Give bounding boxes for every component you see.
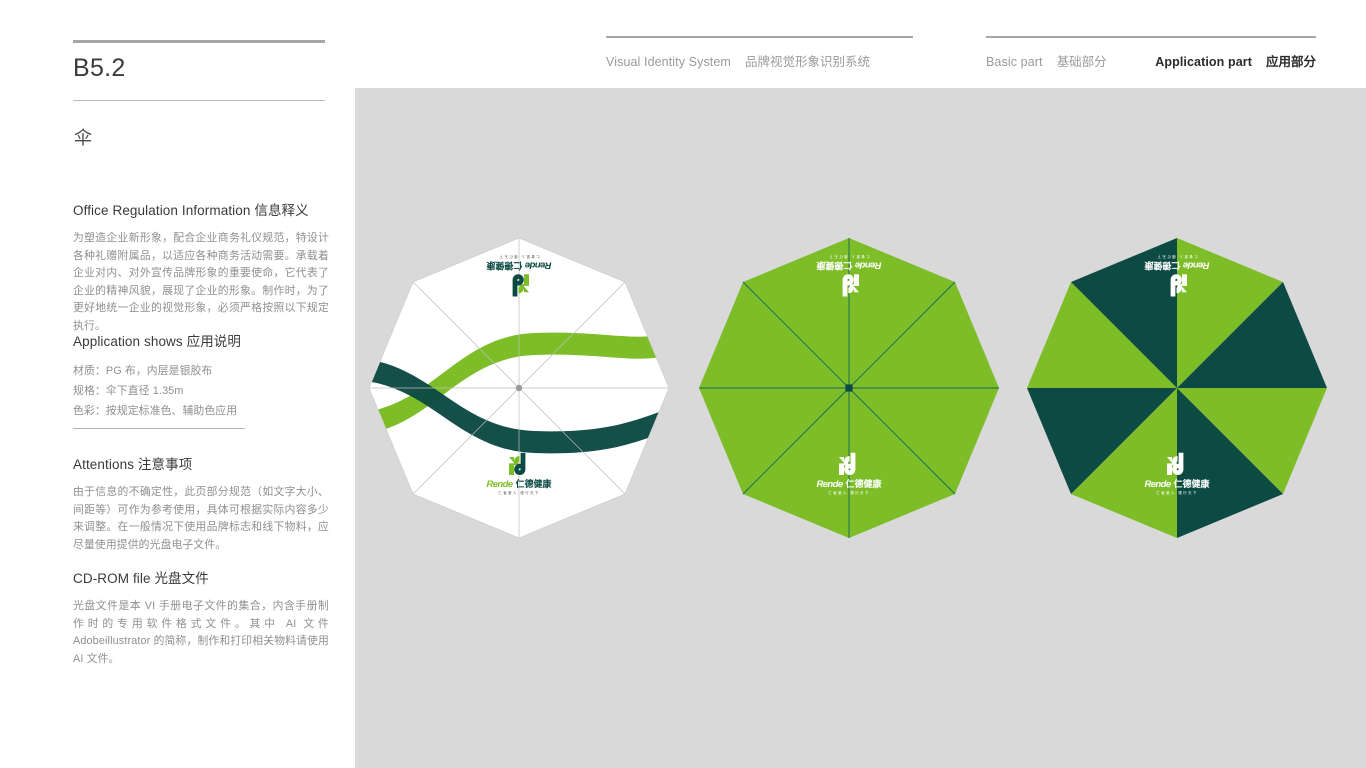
white-umbrella: Rende 仁德健康 仁者爱人 德行天下 Rende 仁德健康 仁者爱人 德行天… — [359, 228, 679, 548]
two-tone-umbrella: Rende 仁德健康 仁者爱人 德行天下 Rende 仁德健康 仁者爱人 德行天… — [1009, 228, 1345, 548]
section-attentions-body: 由于信息的不确定性，此页部分规范（如文字大小、间距等）可作为参考使用，具体可根据… — [73, 486, 329, 551]
logo-latin: Rende — [1183, 259, 1210, 271]
logo-mark-icon — [507, 272, 531, 297]
logo-chinese: 仁德健康 — [845, 479, 882, 490]
section-attentions: Attentions 注意事项 由于信息的不确定性，此页部分规范（如文字大小、间… — [73, 453, 329, 554]
section-info-title: Office Regulation Information 信息释义 — [73, 203, 309, 218]
logo-latin: Rende — [816, 479, 843, 490]
green-umbrella-logo-bottom: Rende 仁德健康 仁者爱人 德行天下 — [790, 452, 908, 495]
page-rule-mid — [73, 100, 325, 101]
logo-tagline: 仁者爱人 德行天下 — [498, 254, 540, 259]
spec-size: 规格：伞下直径 1.35m — [73, 385, 184, 397]
logo-mark-icon — [837, 452, 861, 477]
tab-basic-part-cn: 基础部分 — [1056, 55, 1107, 69]
section-cdrom-title: CD-ROM file 光盘文件 — [73, 571, 209, 586]
section-cdrom: CD-ROM file 光盘文件 光盘文件是本 VI 手册电子文件的集合，内含手… — [73, 567, 329, 668]
header-rule-left — [606, 36, 913, 38]
tab-application-part-cn: 应用部分 — [1265, 55, 1316, 69]
green-umbrella-logo-top: Rende 仁德健康 仁者爱人 德行天下 — [790, 254, 908, 297]
logo-latin: Rende — [1144, 479, 1171, 490]
logo-wordmark: Rende 仁德健康 — [816, 480, 881, 490]
header-navigation: Visual Identity System 品牌视觉形象识别系统 Basic … — [606, 36, 1316, 76]
logo-wordmark: Rende 仁德健康 — [486, 259, 552, 271]
white-umbrella-logo-top: Rende 仁德健康 仁者爱人 德行天下 — [460, 254, 578, 297]
logo-wordmark: Rende 仁德健康 — [486, 480, 551, 490]
tab-application-part[interactable]: Application part 应用部分 — [1155, 51, 1316, 70]
spec-color: 色彩：按规定标准色、辅助色应用 — [73, 405, 238, 417]
header-group-parts: Basic part 基础部分 Application part 应用部分 — [986, 36, 1316, 70]
section-info-body: 为塑造企业新形象，配合企业商务礼仪规范，特设计各种礼赠附属品，以适应各种商务活动… — [73, 232, 329, 332]
header-group-system: Visual Identity System 品牌视觉形象识别系统 — [606, 36, 913, 70]
logo-mark-icon — [837, 272, 861, 297]
logo-latin: Rende — [855, 259, 882, 271]
header-system-en: Visual Identity System — [606, 55, 731, 69]
artwork-canvas: Rende 仁德健康 仁者爱人 德行天下 Rende 仁德健康 仁者爱人 德行天… — [355, 88, 1366, 768]
page-rule-top — [73, 40, 325, 43]
header-rule-right — [986, 36, 1316, 38]
vi-manual-page: Visual Identity System 品牌视觉形象识别系统 Basic … — [0, 0, 1366, 768]
logo-mark-icon — [507, 452, 531, 477]
logo-chinese: 仁德健康 — [1144, 259, 1181, 270]
tab-application-part-en: Application part — [1155, 55, 1252, 69]
logo-chinese: 仁德健康 — [515, 479, 552, 490]
section-cdrom-body: 光盘文件是本 VI 手册电子文件的集合，内含手册制作时的专用软件格式文件。其中 … — [73, 600, 329, 665]
logo-mark-icon — [1165, 452, 1189, 477]
section-application: Application shows 应用说明 材质：PG 布，内层是银胶布 规格… — [73, 330, 329, 421]
logo-tagline: 仁者爱人 德行天下 — [828, 254, 870, 259]
section-attentions-title: Attentions 注意事项 — [73, 457, 193, 472]
logo-chinese: 仁德健康 — [816, 259, 853, 270]
header-system-cn: 品牌视觉形象识别系统 — [744, 55, 870, 69]
logo-chinese: 仁德健康 — [1173, 479, 1210, 490]
logo-wordmark: Rende 仁德健康 — [1144, 259, 1210, 271]
logo-mark-icon — [1165, 272, 1189, 297]
logo-latin: Rende — [525, 259, 552, 271]
section-divider — [73, 428, 245, 429]
two-tone-umbrella-logo-top: Rende 仁德健康 仁者爱人 德行天下 — [1118, 254, 1236, 297]
logo-wordmark: Rende 仁德健康 — [816, 259, 882, 271]
section-application-title: Application shows 应用说明 — [73, 334, 242, 349]
tab-basic-part-en: Basic part — [986, 55, 1043, 69]
page-code: B5.2 — [73, 54, 126, 82]
green-umbrella: Rende 仁德健康 仁者爱人 德行天下 Rende 仁德健康 仁者爱人 德行天… — [689, 228, 1009, 548]
tab-basic-part[interactable]: Basic part 基础部分 — [986, 51, 1107, 70]
logo-wordmark: Rende 仁德健康 — [1144, 480, 1209, 490]
logo-latin: Rende — [486, 479, 513, 490]
umbrella-item-icon: 伞 — [74, 128, 92, 149]
logo-tagline: 仁者爱人 德行天下 — [1156, 254, 1198, 259]
section-info: Office Regulation Information 信息释义 为塑造企业… — [73, 199, 329, 336]
logo-chinese: 仁德健康 — [486, 259, 523, 270]
spec-material: 材质：PG 布，内层是银胶布 — [73, 365, 213, 377]
logo-tagline: 仁者爱人 德行天下 — [498, 490, 540, 495]
two-tone-umbrella-logo-bottom: Rende 仁德健康 仁者爱人 德行天下 — [1118, 452, 1236, 495]
logo-tagline: 仁者爱人 德行天下 — [828, 490, 870, 495]
white-umbrella-logo-bottom: Rende 仁德健康 仁者爱人 德行天下 — [460, 452, 578, 495]
logo-tagline: 仁者爱人 德行天下 — [1156, 490, 1198, 495]
